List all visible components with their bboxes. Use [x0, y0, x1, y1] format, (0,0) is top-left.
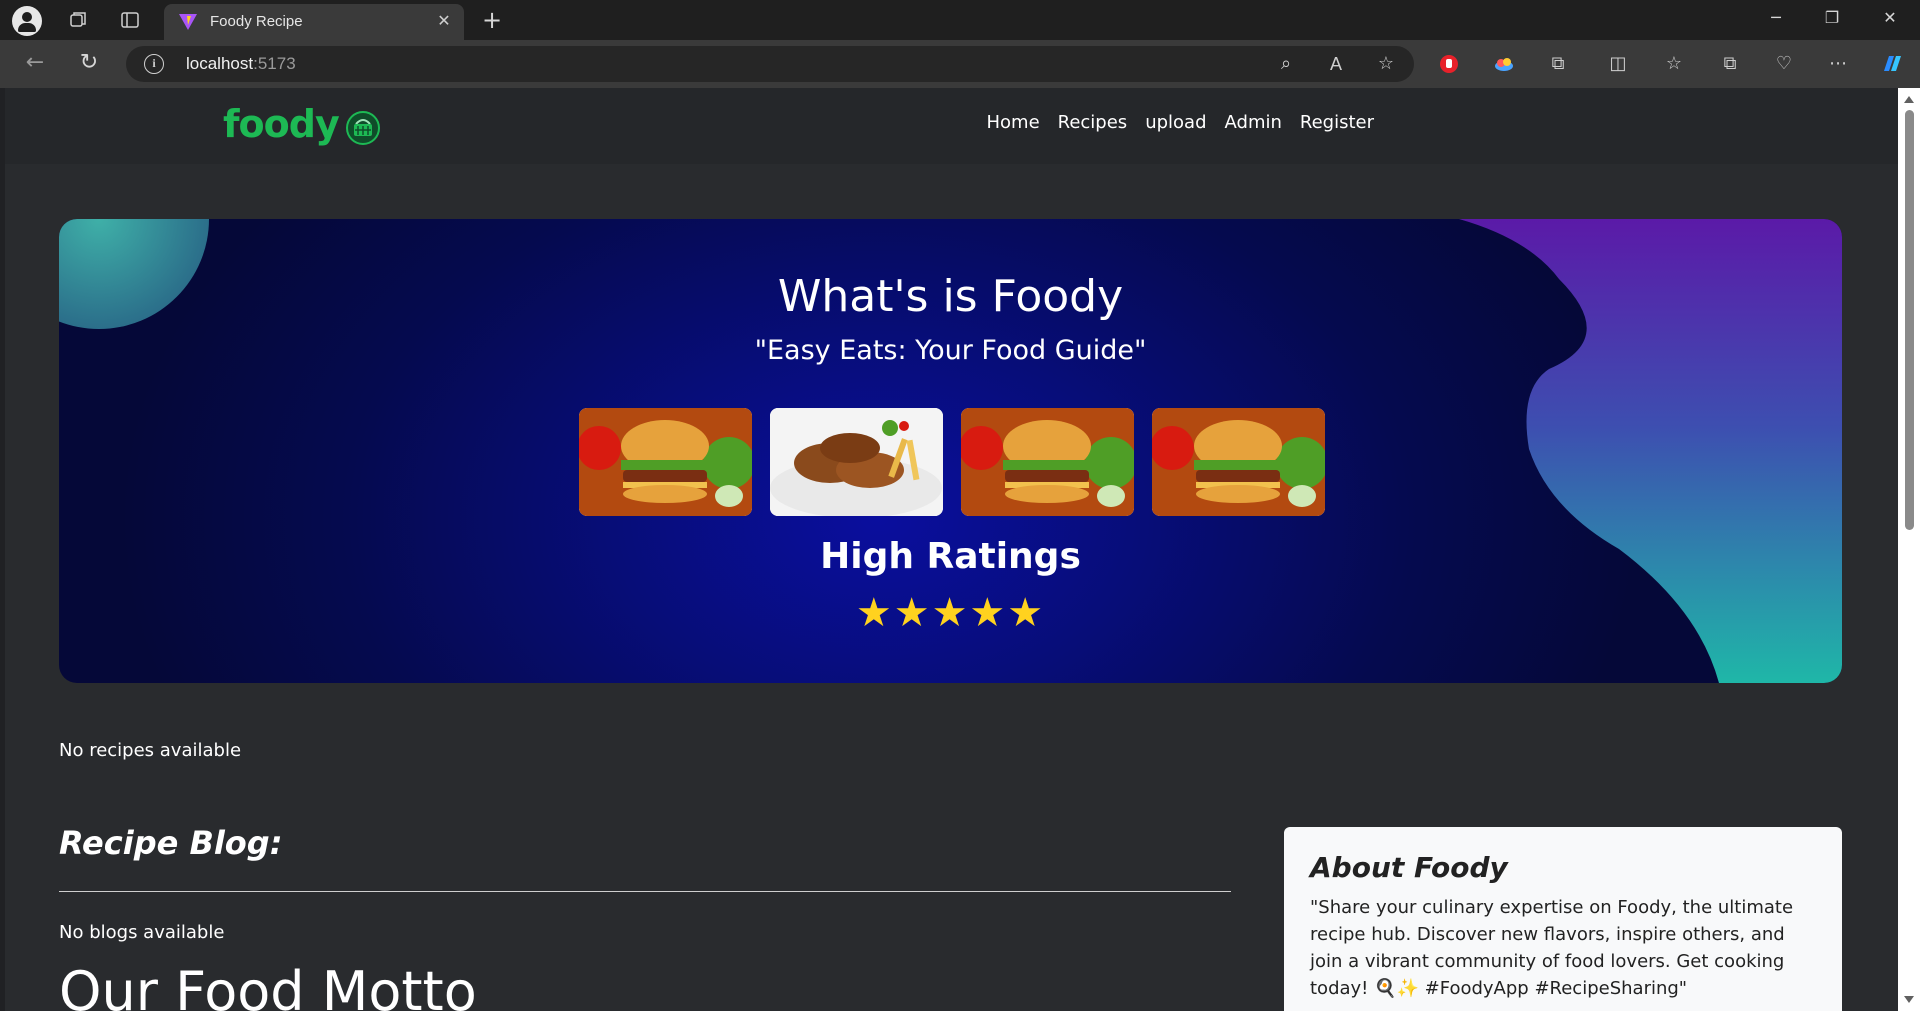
no-blogs-message: No blogs available [59, 922, 225, 943]
nav-home-link[interactable]: Home [986, 112, 1039, 133]
logo-text: foody [223, 102, 340, 146]
favorites-icon[interactable]: ☆ [1662, 53, 1686, 75]
new-tab-icon[interactable]: + [482, 8, 502, 32]
ratings-heading: High Ratings [820, 536, 1081, 577]
profile-icon[interactable] [12, 6, 42, 36]
site-info-icon[interactable]: i [144, 54, 164, 74]
zoom-icon[interactable]: ⌕ [1274, 53, 1298, 75]
read-aloud-icon[interactable]: A [1324, 53, 1348, 75]
main-nav: Home Recipes upload Admin Register [986, 112, 1374, 133]
page-scrollbar[interactable] [1898, 88, 1920, 1011]
nav-register-link[interactable]: Register [1300, 112, 1374, 133]
about-title: About Foody [1310, 851, 1508, 884]
about-text: "Share your culinary expertise on Foody,… [1310, 897, 1794, 999]
blog-divider [59, 891, 1231, 892]
active-tab[interactable]: Foody Recipe ✕ [164, 4, 464, 40]
star-rating: ★★★★★ [855, 590, 1046, 636]
scroll-thumb[interactable] [1905, 110, 1914, 530]
nav-admin-link[interactable]: Admin [1225, 112, 1282, 133]
hero-food-image [1152, 408, 1325, 516]
copilot-icon[interactable] [1880, 53, 1904, 75]
hero-title: What's is Foody [777, 271, 1124, 322]
hero-food-image [770, 408, 943, 516]
restore-icon[interactable]: ❐ [1820, 8, 1844, 27]
basket-icon [346, 111, 380, 145]
hero-food-image [579, 408, 752, 516]
motto-heading: Our Food Motto [59, 960, 477, 1011]
nav-recipes-link[interactable]: Recipes [1058, 112, 1128, 133]
workspaces-icon[interactable] [66, 10, 90, 35]
url-text[interactable]: localhost:5173 [186, 54, 296, 74]
blog-heading: Recipe Blog: [59, 824, 283, 862]
close-window-icon[interactable]: ✕ [1878, 8, 1902, 27]
hero-food-image [961, 408, 1134, 516]
about-card: About Foody "Share your culinary experti… [1284, 827, 1842, 1011]
close-tab-icon[interactable]: ✕ [434, 11, 454, 30]
minimize-icon[interactable]: ─ [1764, 8, 1788, 27]
scroll-up-arrow-icon[interactable] [1904, 96, 1914, 103]
foody-logo[interactable]: foody [223, 102, 393, 148]
browser-toolbar: ← ↻ i localhost:5173 ⌕ A ☆ ⧉ ◫ ☆ ⧉ ♡ ⋯ [0, 40, 1920, 88]
tab-title: Foody Recipe [210, 13, 303, 30]
back-icon[interactable]: ← [22, 52, 48, 74]
split-screen-icon[interactable]: ◫ [1606, 53, 1630, 75]
hero-banner: What's is Foody "Easy Eats: Your Food Gu… [59, 219, 1842, 683]
address-bar[interactable]: i localhost:5173 ⌕ A ☆ [126, 46, 1414, 82]
browser-tabbar: Foody Recipe ✕ + ─ ❐ ✕ [0, 0, 1920, 40]
hero-subtitle: "Easy Eats: Your Food Guide" [754, 335, 1147, 366]
vertical-tabs-icon[interactable] [118, 10, 142, 35]
nav-upload-link[interactable]: upload [1145, 112, 1206, 133]
scroll-down-arrow-icon[interactable] [1904, 996, 1914, 1003]
vite-favicon-icon [179, 14, 197, 30]
more-menu-icon[interactable]: ⋯ [1826, 53, 1850, 75]
site-navbar: foody Home Recipes upload Admin Register [5, 88, 1898, 164]
favorite-star-icon[interactable]: ☆ [1374, 53, 1398, 75]
browser-essentials-icon[interactable]: ♡ [1772, 53, 1796, 75]
cloud-extension-icon[interactable] [1492, 53, 1516, 75]
collections-icon[interactable]: ⧉ [1718, 53, 1742, 75]
adblock-extension-icon[interactable] [1437, 53, 1461, 75]
reload-icon[interactable]: ↻ [76, 52, 102, 74]
no-recipes-message: No recipes available [59, 740, 242, 761]
page-viewport: foody Home Recipes upload Admin Register [5, 88, 1898, 1011]
extensions-icon[interactable]: ⧉ [1546, 53, 1570, 75]
